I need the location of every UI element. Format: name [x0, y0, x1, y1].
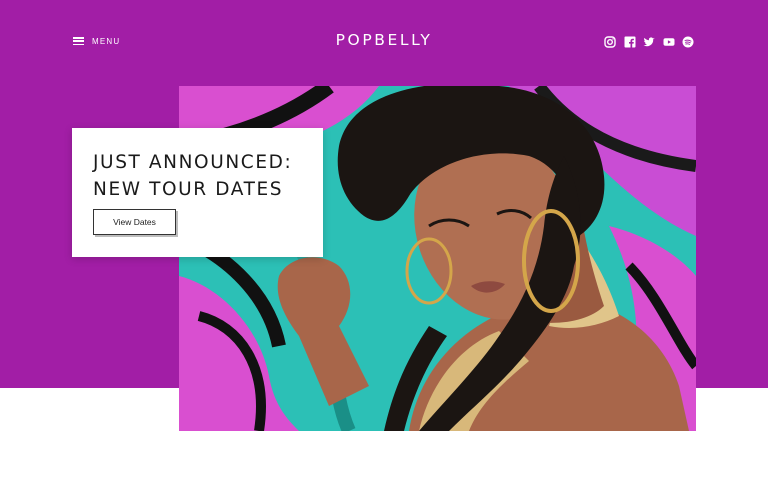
headline-line-2: NEW TOUR DATES	[93, 179, 284, 200]
social-links	[604, 36, 694, 48]
spotify-icon[interactable]	[682, 36, 694, 48]
facebook-icon[interactable]	[624, 36, 636, 48]
announcement-card: JUST ANNOUNCED: NEW TOUR DATES View Date…	[72, 128, 323, 257]
headline-line-1: JUST ANNOUNCED:	[93, 152, 293, 173]
view-dates-button[interactable]: View Dates	[93, 209, 176, 235]
youtube-icon[interactable]	[663, 36, 675, 48]
twitter-icon[interactable]	[643, 36, 655, 48]
announcement-headline: JUST ANNOUNCED: NEW TOUR DATES	[93, 149, 292, 203]
instagram-icon[interactable]	[604, 36, 616, 48]
